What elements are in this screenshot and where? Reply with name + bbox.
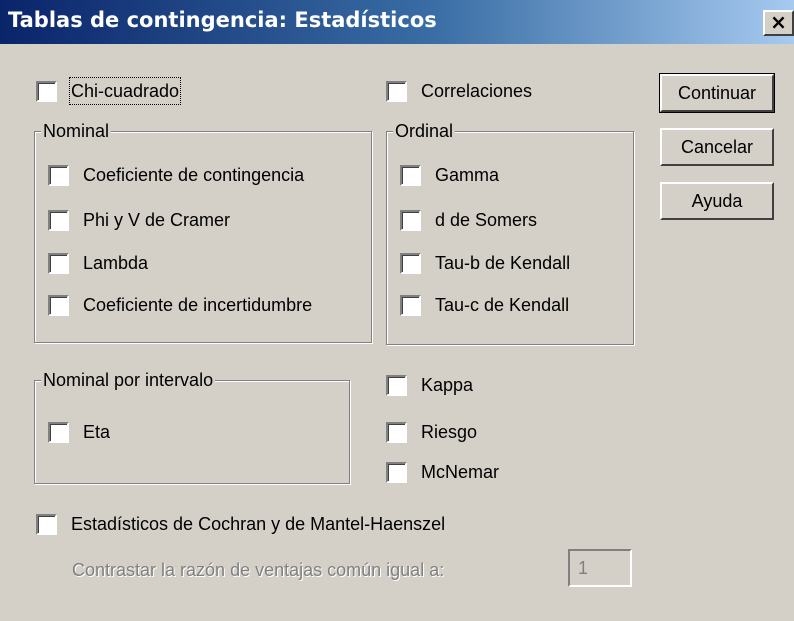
statistics-dialog: Tablas de contingencia: Estadísticos × C… <box>0 0 794 621</box>
checkbox-box[interactable] <box>400 209 421 231</box>
close-button[interactable]: × <box>763 10 794 36</box>
gamma-checkbox[interactable]: Gamma <box>400 163 499 187</box>
phi-cramer-checkbox[interactable]: Phi y V de Cramer <box>48 208 230 232</box>
checkbox-box[interactable] <box>400 252 421 274</box>
correlations-label: Correlaciones <box>421 81 533 101</box>
checkbox-box[interactable] <box>48 421 69 443</box>
cochran-mantel-haenszel-checkbox[interactable]: Estadísticos de Cochran y de Mantel-Haen… <box>36 512 445 536</box>
common-odds-label: Contrastar la razón de ventajas común ig… <box>72 560 445 580</box>
checkbox-box[interactable] <box>36 513 57 535</box>
cochran-mantel-haenszel-label: Estadísticos de Cochran y de Mantel-Haen… <box>71 514 446 534</box>
chi-square-checkbox[interactable]: Chi-cuadrado <box>36 77 182 105</box>
lambda-checkbox[interactable]: Lambda <box>48 251 148 275</box>
nominal-group-title: Nominal <box>41 120 112 142</box>
uncertainty-coefficient-label: Coeficiente de incertidumbre <box>83 295 313 315</box>
checkbox-box[interactable] <box>48 164 69 186</box>
eta-label: Eta <box>83 422 111 442</box>
kappa-checkbox[interactable]: Kappa <box>386 373 473 397</box>
checkbox-box[interactable] <box>48 294 69 316</box>
tau-b-label: Tau-b de Kendall <box>435 253 571 273</box>
gamma-label: Gamma <box>435 165 500 185</box>
checkbox-box[interactable] <box>386 80 407 102</box>
dialog-title: Tablas de contingencia: Estadísticos <box>8 8 437 32</box>
nominal-by-interval-group-title: Nominal por intervalo <box>41 369 216 391</box>
common-odds-input[interactable]: 1 <box>568 549 632 587</box>
somers-d-checkbox[interactable]: d de Somers <box>400 208 537 232</box>
continue-button[interactable]: Continuar <box>659 73 775 113</box>
checkbox-box[interactable] <box>400 164 421 186</box>
phi-cramer-label: Phi y V de Cramer <box>83 210 231 230</box>
ordinal-group-title: Ordinal <box>393 120 456 142</box>
correlations-checkbox[interactable]: Correlaciones <box>386 79 532 103</box>
somers-d-label: d de Somers <box>435 210 538 230</box>
tau-c-label: Tau-c de Kendall <box>435 295 570 315</box>
cancel-button[interactable]: Cancelar <box>660 128 774 166</box>
checkbox-box[interactable] <box>386 421 407 443</box>
kappa-label: Kappa <box>421 375 474 395</box>
checkbox-box[interactable] <box>386 461 407 483</box>
checkbox-box[interactable] <box>48 209 69 231</box>
checkbox-box[interactable] <box>36 80 57 102</box>
contingency-coefficient-checkbox[interactable]: Coeficiente de contingencia <box>48 163 304 187</box>
checkbox-box[interactable] <box>48 252 69 274</box>
risk-checkbox[interactable]: Riesgo <box>386 420 477 444</box>
contingency-coefficient-label: Coeficiente de contingencia <box>83 165 305 185</box>
help-button[interactable]: Ayuda <box>660 182 774 220</box>
title-bar[interactable]: Tablas de contingencia: Estadísticos × <box>0 0 794 44</box>
mcnemar-checkbox[interactable]: McNemar <box>386 460 499 484</box>
mcnemar-label: McNemar <box>421 462 500 482</box>
checkbox-box[interactable] <box>386 374 407 396</box>
tau-c-checkbox[interactable]: Tau-c de Kendall <box>400 293 569 317</box>
checkbox-box[interactable] <box>400 294 421 316</box>
uncertainty-coefficient-checkbox[interactable]: Coeficiente de incertidumbre <box>48 293 312 317</box>
risk-label: Riesgo <box>421 422 478 442</box>
tau-b-checkbox[interactable]: Tau-b de Kendall <box>400 251 570 275</box>
close-icon: × <box>770 10 787 34</box>
lambda-label: Lambda <box>83 253 149 273</box>
eta-checkbox[interactable]: Eta <box>48 420 110 444</box>
chi-square-label: Chi-cuadrado <box>68 77 182 105</box>
